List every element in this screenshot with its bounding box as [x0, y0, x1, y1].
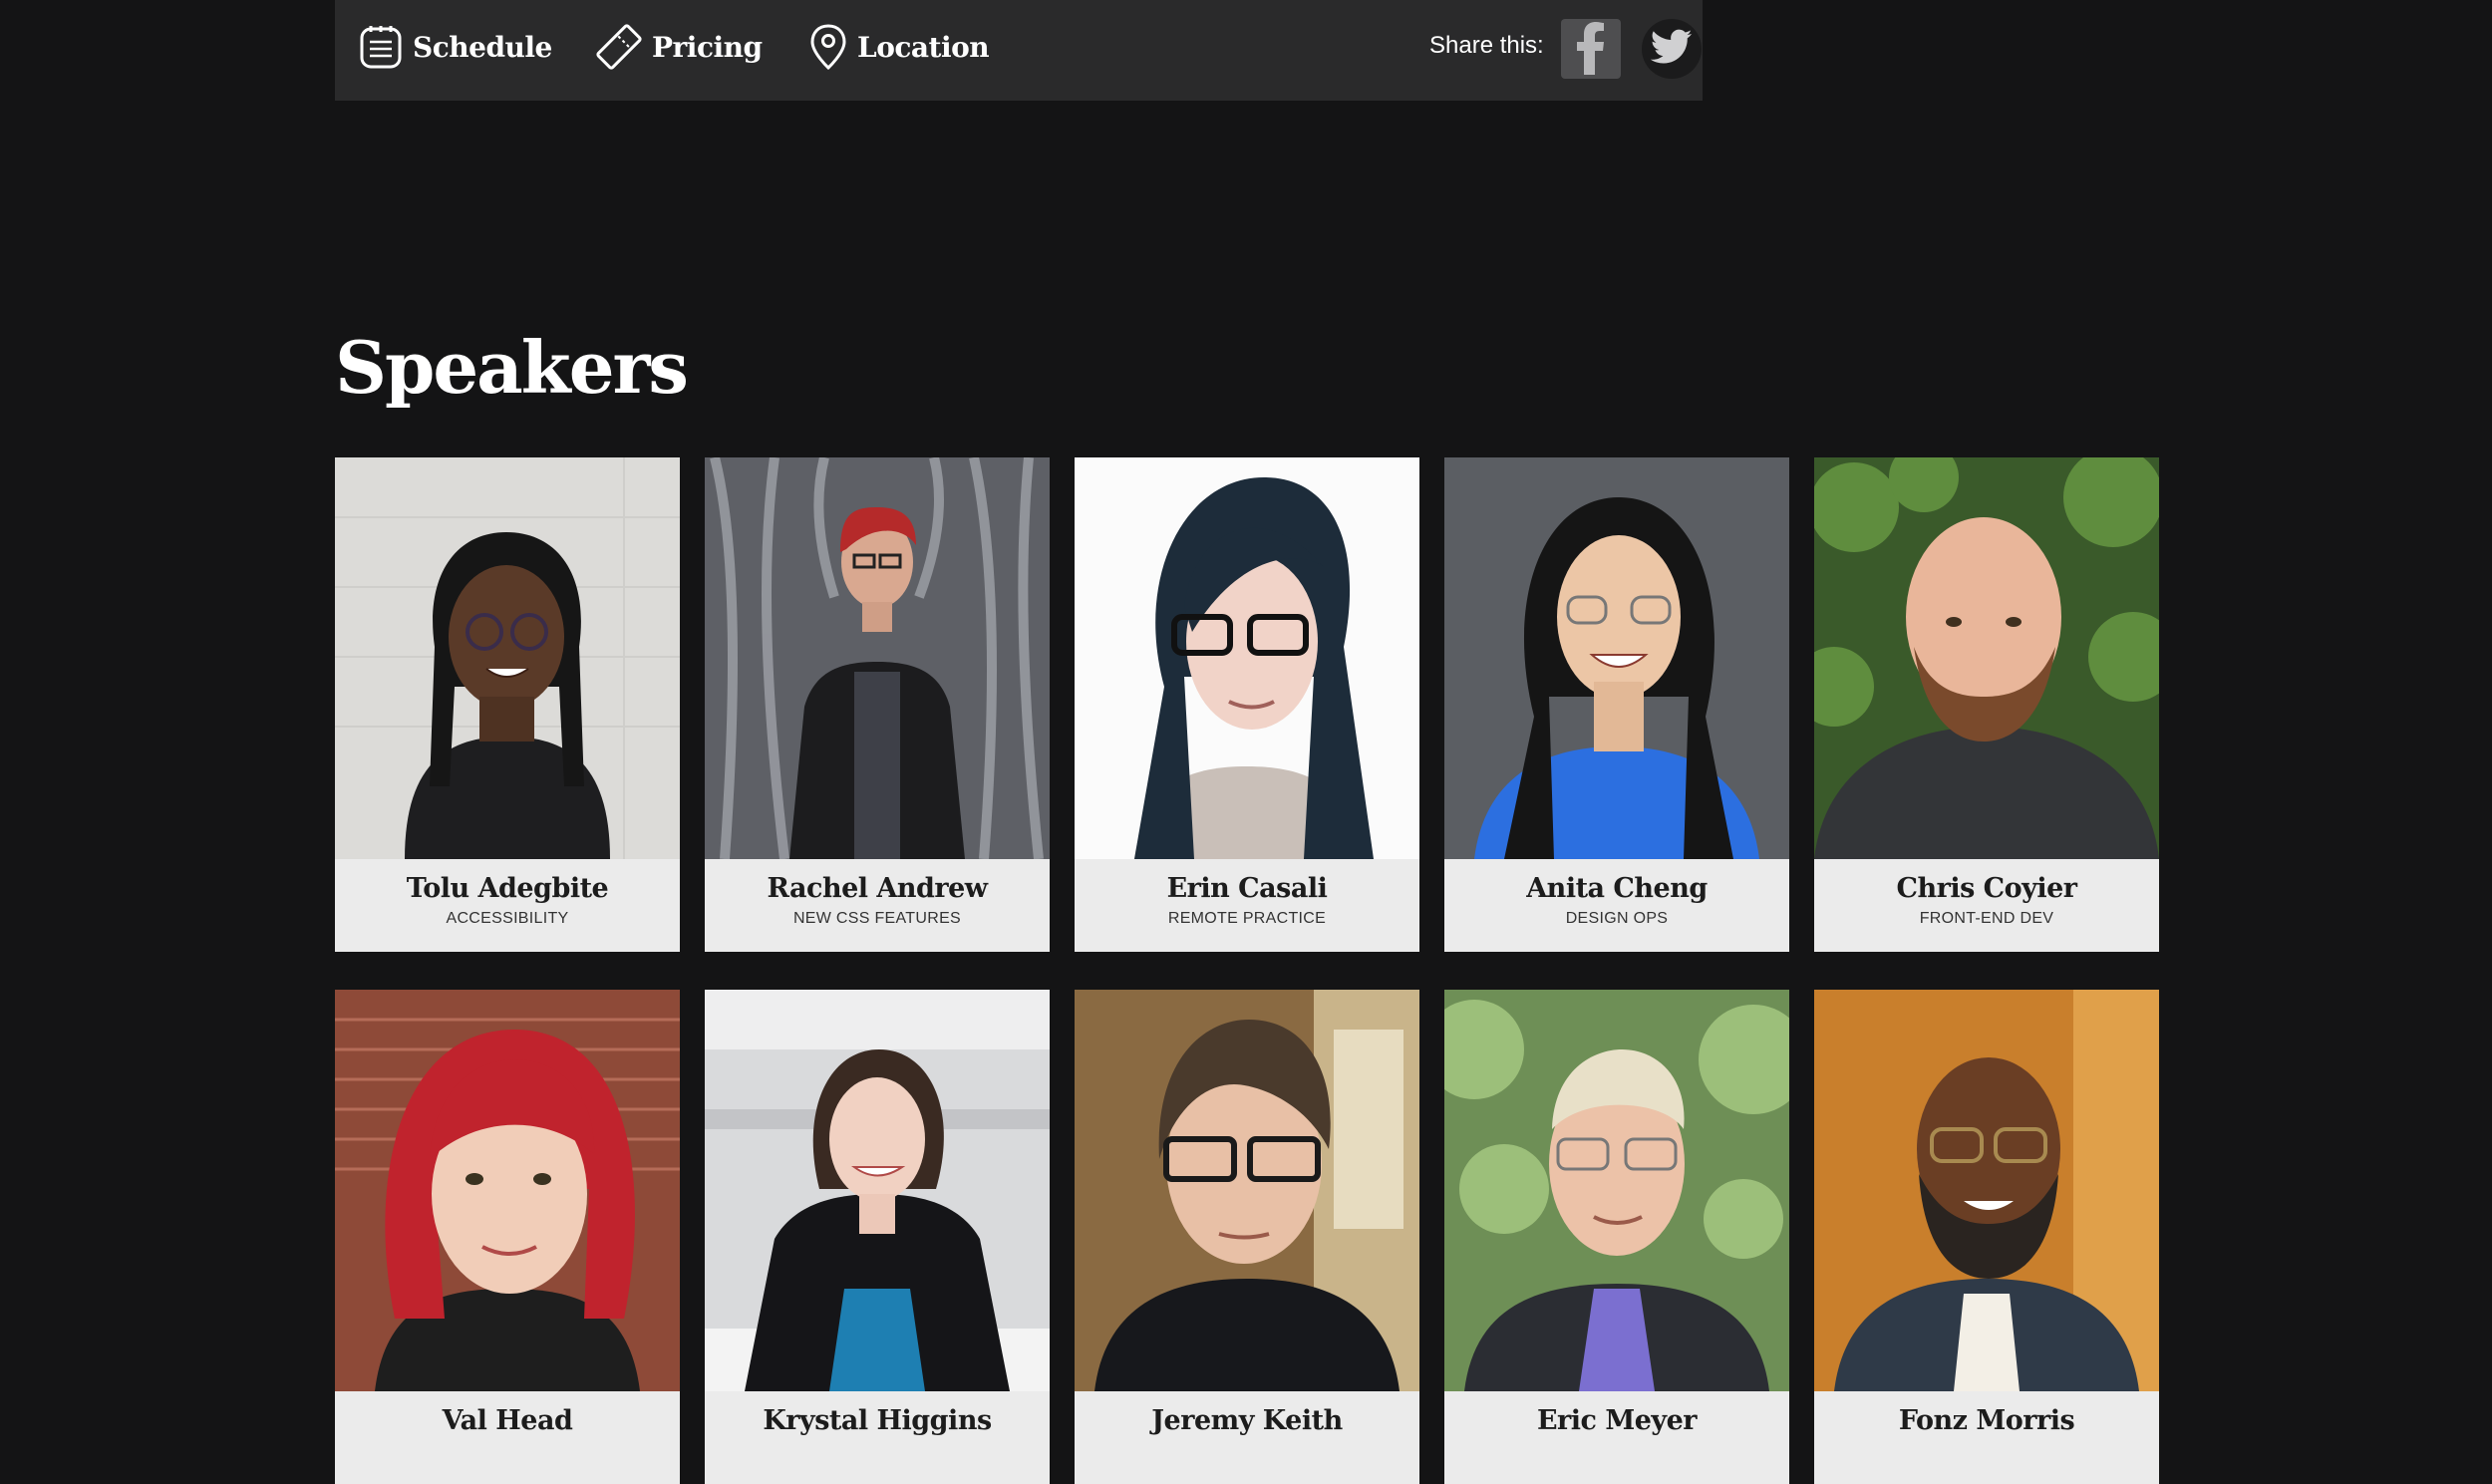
facebook-icon — [1571, 21, 1611, 79]
speaker-name: Chris Coyier — [1896, 873, 2077, 904]
speaker-name: Val Head — [442, 1405, 573, 1436]
speaker-topic: DESIGN OPS — [1565, 910, 1669, 927]
speaker-photo — [705, 990, 1050, 1391]
map-pin-icon — [809, 23, 847, 71]
speaker-caption: Eric Meyer — [1444, 1391, 1789, 1484]
speaker-caption: Krystal Higgins — [705, 1391, 1050, 1484]
nav-schedule-label: Schedule — [413, 30, 552, 64]
speaker-caption: Chris Coyier FRONT-END DEV — [1814, 859, 2159, 952]
speaker-card[interactable]: Eric Meyer — [1444, 990, 1789, 1484]
speaker-card[interactable]: Krystal Higgins — [705, 990, 1050, 1484]
speaker-photo — [1814, 990, 2159, 1391]
speaker-caption: Anita Cheng DESIGN OPS — [1444, 859, 1789, 952]
speaker-name: Fonz Morris — [1898, 1405, 2075, 1436]
speaker-caption: Val Head — [335, 1391, 680, 1484]
nav-pricing-label: Pricing — [652, 30, 763, 64]
speaker-photo — [335, 990, 680, 1391]
nav-pricing-link[interactable]: Pricing — [596, 23, 763, 71]
speaker-card[interactable]: Anita Cheng DESIGN OPS — [1444, 457, 1789, 952]
speaker-card[interactable]: Fonz Morris — [1814, 990, 2159, 1484]
speaker-caption: Rachel Andrew NEW CSS FEATURES — [705, 859, 1050, 952]
speaker-name: Eric Meyer — [1536, 1405, 1698, 1436]
top-nav-bar: Schedule Pricing Location Share this: — [335, 0, 1703, 101]
nav-schedule-link[interactable]: Schedule — [359, 23, 552, 71]
speaker-photo — [335, 457, 680, 859]
speaker-card[interactable]: Rachel Andrew NEW CSS FEATURES — [705, 457, 1050, 952]
speaker-name: Erin Casali — [1166, 873, 1328, 904]
speaker-card[interactable]: Tolu Adegbite ACCESSIBILITY — [335, 457, 680, 952]
speaker-card[interactable]: Chris Coyier FRONT-END DEV — [1814, 457, 2159, 952]
nav-location-label: Location — [857, 30, 990, 64]
speaker-caption: Jeremy Keith — [1075, 1391, 1419, 1484]
speaker-name: Rachel Andrew — [767, 873, 988, 904]
speaker-caption: Fonz Morris — [1814, 1391, 2159, 1484]
share-label: Share this: — [1429, 32, 1544, 59]
ticket-icon — [596, 23, 642, 71]
speaker-photo — [1444, 457, 1789, 859]
speaker-photo — [1444, 990, 1789, 1391]
facebook-share-button[interactable] — [1561, 19, 1621, 79]
speaker-photo — [1075, 457, 1419, 859]
speaker-topic: ACCESSIBILITY — [446, 910, 569, 927]
speaker-caption: Erin Casali REMOTE PRACTICE — [1075, 859, 1419, 952]
speaker-card[interactable]: Jeremy Keith — [1075, 990, 1419, 1484]
speaker-name: Tolu Adegbite — [406, 873, 609, 904]
nav-location-link[interactable]: Location — [809, 23, 990, 71]
speaker-name: Anita Cheng — [1526, 873, 1708, 904]
speaker-name: Krystal Higgins — [763, 1405, 992, 1436]
speaker-photo — [705, 457, 1050, 859]
schedule-icon — [359, 23, 403, 71]
twitter-icon — [1650, 29, 1693, 69]
speaker-topic: NEW CSS FEATURES — [792, 910, 962, 927]
speaker-topic: FRONT-END DEV — [1919, 910, 2054, 927]
twitter-share-button[interactable] — [1642, 19, 1702, 79]
speaker-card[interactable]: Erin Casali REMOTE PRACTICE — [1075, 457, 1419, 952]
speaker-photo — [1814, 457, 2159, 859]
speaker-card[interactable]: Val Head — [335, 990, 680, 1484]
speaker-name: Jeremy Keith — [1151, 1405, 1343, 1436]
speaker-photo — [1075, 990, 1419, 1391]
speaker-topic: REMOTE PRACTICE — [1167, 910, 1327, 927]
speaker-caption: Tolu Adegbite ACCESSIBILITY — [335, 859, 680, 952]
speakers-heading: Speakers — [335, 325, 689, 410]
